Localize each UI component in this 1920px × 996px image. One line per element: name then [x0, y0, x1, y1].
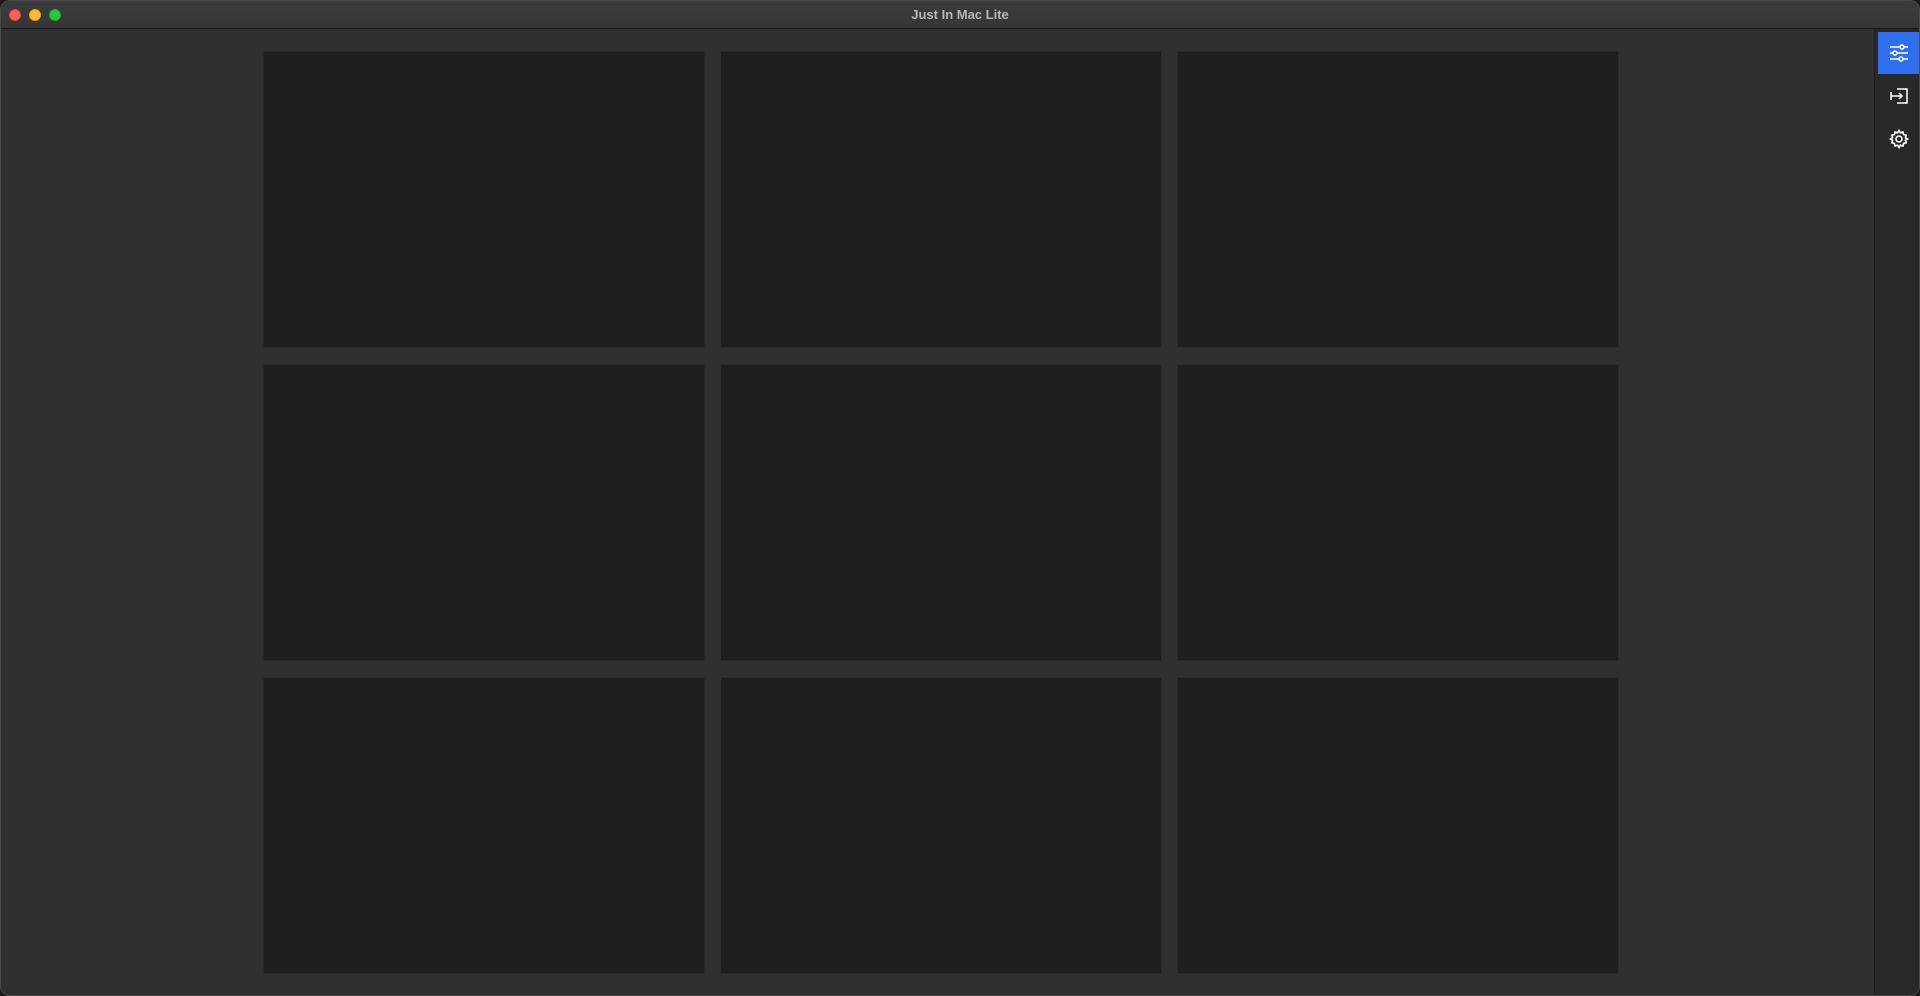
input-icon: [1889, 87, 1909, 105]
grid-cell[interactable]: [1177, 51, 1619, 348]
window-title: Just In Mac Lite: [911, 7, 1009, 22]
title-bar[interactable]: Just In Mac Lite: [1, 1, 1919, 29]
app-window: Just In Mac Lite: [0, 0, 1920, 996]
main-content: [1, 29, 1876, 995]
gear-icon: [1888, 129, 1909, 149]
grid-cell[interactable]: [263, 364, 705, 661]
grid-cell[interactable]: [1177, 364, 1619, 661]
grid-cell[interactable]: [720, 677, 1162, 974]
sidebar-item-adjustments[interactable]: [1878, 32, 1919, 74]
right-sidebar: [1874, 29, 1919, 995]
grid-cell[interactable]: [1177, 677, 1619, 974]
grid-cell[interactable]: [263, 677, 705, 974]
grid-cell[interactable]: [263, 51, 705, 348]
grid-cell[interactable]: [720, 364, 1162, 661]
sidebar-item-input[interactable]: [1878, 75, 1919, 117]
grid-cell[interactable]: [720, 51, 1162, 348]
sliders-icon: [1889, 44, 1909, 62]
video-grid: [263, 51, 1620, 974]
sidebar-item-settings[interactable]: [1878, 118, 1919, 160]
